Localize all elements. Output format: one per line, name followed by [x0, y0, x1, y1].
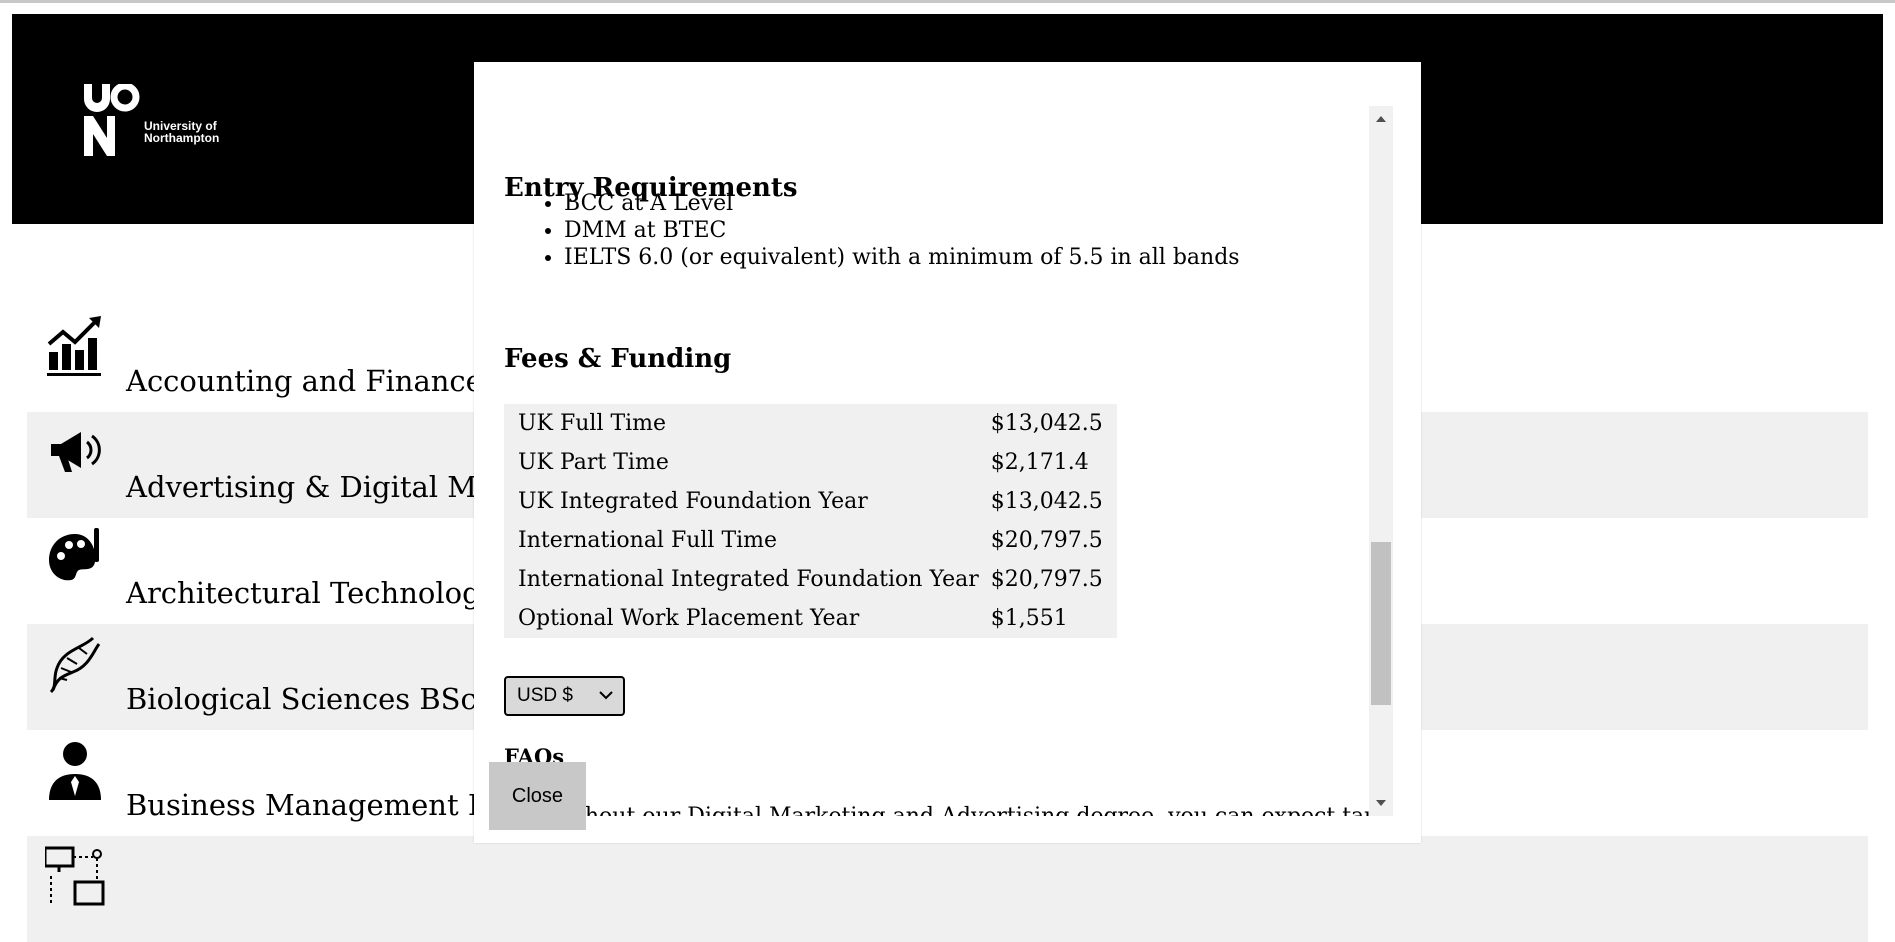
currency-value: USD $	[517, 685, 573, 706]
fee-amount: $20,797.5	[990, 527, 1103, 553]
table-row: Optional Work Placement Year $1,551	[504, 599, 1117, 638]
fee-amount: $13,042.5	[990, 410, 1103, 436]
top-border	[0, 0, 1895, 3]
fee-label: UK Full Time	[518, 410, 667, 436]
table-row: International Full Time $20,797.5	[504, 521, 1117, 560]
scroll-up-arrow-icon[interactable]	[1376, 116, 1386, 122]
faq-text: Throughout our Digital Marketing and Adv…	[504, 804, 1369, 816]
fee-label: UK Part Time	[518, 449, 669, 475]
uon-logo-mark	[84, 82, 140, 156]
logo-text-line2: Northampton	[144, 131, 220, 145]
fee-label: UK Integrated Foundation Year	[518, 488, 868, 514]
fee-amount: $2,171.4	[990, 449, 1089, 475]
modal-content[interactable]: Entry Requirements BCC at A Level DMM at…	[504, 106, 1369, 816]
currency-select[interactable]: USD $	[504, 676, 625, 716]
list-item: BCC at A Level	[564, 190, 1240, 217]
fee-label: International Full Time	[518, 527, 778, 553]
modal-scrollbar[interactable]	[1369, 106, 1393, 816]
close-button[interactable]: Close	[489, 762, 586, 830]
scrollbar-thumb[interactable]	[1371, 542, 1391, 705]
businessperson-icon	[49, 742, 101, 800]
fee-amount: $1,551	[990, 605, 1068, 631]
chevron-down-icon	[599, 691, 613, 700]
network-diagram-icon	[45, 846, 105, 906]
fees-funding-heading: Fees & Funding	[504, 344, 732, 374]
course-details-modal: Entry Requirements BCC at A Level DMM at…	[474, 62, 1421, 843]
fee-amount: $13,042.5	[990, 488, 1103, 514]
university-logo[interactable]: University of Northampton	[82, 82, 242, 174]
table-row: UK Part Time $2,171.4	[504, 443, 1117, 482]
megaphone-icon	[51, 432, 101, 472]
dna-icon	[49, 636, 101, 694]
entry-requirements-list: BCC at A Level DMM at BTEC IELTS 6.0 (or…	[534, 190, 1240, 271]
fee-label: Optional Work Placement Year	[518, 605, 860, 631]
logo-wordmark: University of Northampton	[144, 120, 219, 144]
palette-icon	[49, 528, 99, 581]
chart-trending-up-icon	[47, 316, 101, 376]
list-item: IELTS 6.0 (or equivalent) with a minimum…	[564, 244, 1240, 271]
fee-label: International Integrated Foundation Year	[518, 566, 979, 592]
course-item[interactable]	[27, 836, 1868, 942]
table-row: International Integrated Foundation Year…	[504, 560, 1117, 599]
table-row: UK Integrated Foundation Year $13,042.5	[504, 482, 1117, 521]
fees-table: UK Full Time $13,042.5 UK Part Time $2,1…	[504, 404, 1117, 638]
fee-amount: $20,797.5	[990, 566, 1103, 592]
scroll-down-arrow-icon[interactable]	[1376, 800, 1386, 806]
table-row: UK Full Time $13,042.5	[504, 404, 1117, 443]
list-item: DMM at BTEC	[564, 217, 1240, 244]
